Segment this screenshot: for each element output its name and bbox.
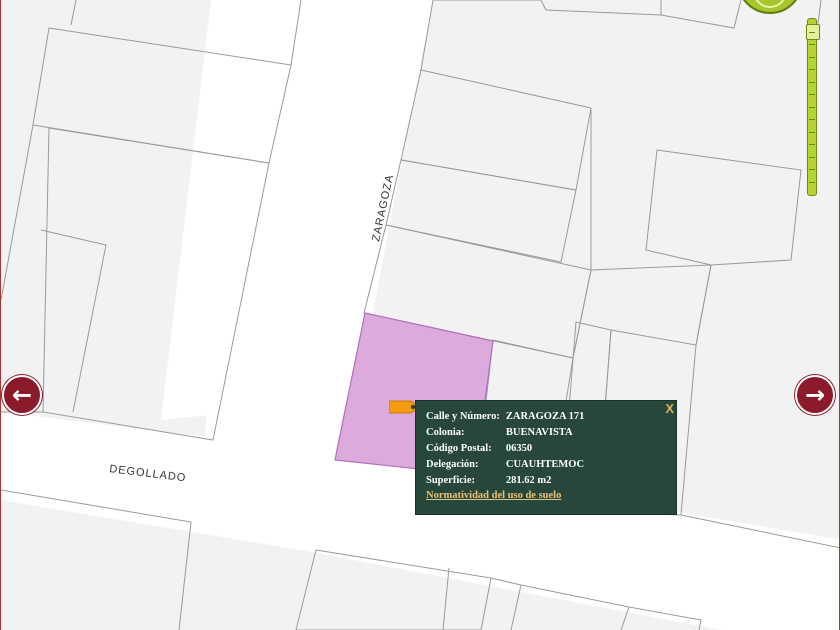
info-value: ZARAGOZA 171: [505, 411, 585, 423]
zoom-tick: [809, 94, 815, 95]
zoom-tick: [809, 106, 815, 108]
info-row: Código Postal: 06350: [424, 441, 588, 457]
zoom-tick: [809, 131, 815, 133]
zoom-tick: [809, 119, 815, 120]
zoom-tick: [809, 44, 815, 45]
zoom-tick: [809, 144, 815, 145]
arrow-right-icon[interactable]: →: [795, 375, 835, 415]
info-value: CUAUHTEMOC: [505, 458, 585, 470]
info-table: Calle y Número: ZARAGOZA 171 Colonia: BUENA…: [424, 409, 588, 488]
arrow-left-icon[interactable]: ←: [2, 375, 42, 415]
info-label: Colonia:: [426, 427, 465, 439]
close-button[interactable]: X: [665, 401, 674, 416]
info-popup: X Calle y Número: ZARAGOZA 171 Colonia: BUE…: [415, 400, 677, 515]
info-label: Código Postal:: [426, 442, 492, 454]
zoom-slider[interactable]: [806, 18, 820, 196]
info-value: 281.62 m2: [505, 474, 552, 486]
info-label: Superficie:: [426, 474, 475, 486]
zoom-tick: [809, 169, 815, 170]
info-row: Colonia: BUENAVISTA: [424, 425, 588, 441]
map-view[interactable]: ZARAGOZA DEGOLLADO ← → X Calle y Número:…: [0, 0, 840, 630]
info-row: Delegación: CUAUHTEMOC: [424, 456, 588, 472]
land-use-link[interactable]: Normatividad del uso de suelo: [426, 490, 561, 501]
zoom-tick: [809, 156, 815, 158]
info-row: Superficie: 281.62 m2: [424, 472, 588, 488]
zoom-tick: [809, 81, 815, 83]
info-label: Delegación:: [426, 458, 479, 470]
zoom-tick: [809, 31, 815, 33]
zoom-tick: [809, 56, 815, 58]
map-canvas[interactable]: ZARAGOZA DEGOLLADO: [1, 0, 840, 630]
info-row: Calle y Número: ZARAGOZA 171: [424, 409, 588, 425]
zoom-tick: [809, 69, 815, 70]
info-value: BUENAVISTA: [505, 427, 573, 439]
info-value: 06350: [505, 442, 533, 454]
zoom-tick: [809, 181, 815, 183]
info-label: Calle y Número:: [426, 411, 500, 423]
